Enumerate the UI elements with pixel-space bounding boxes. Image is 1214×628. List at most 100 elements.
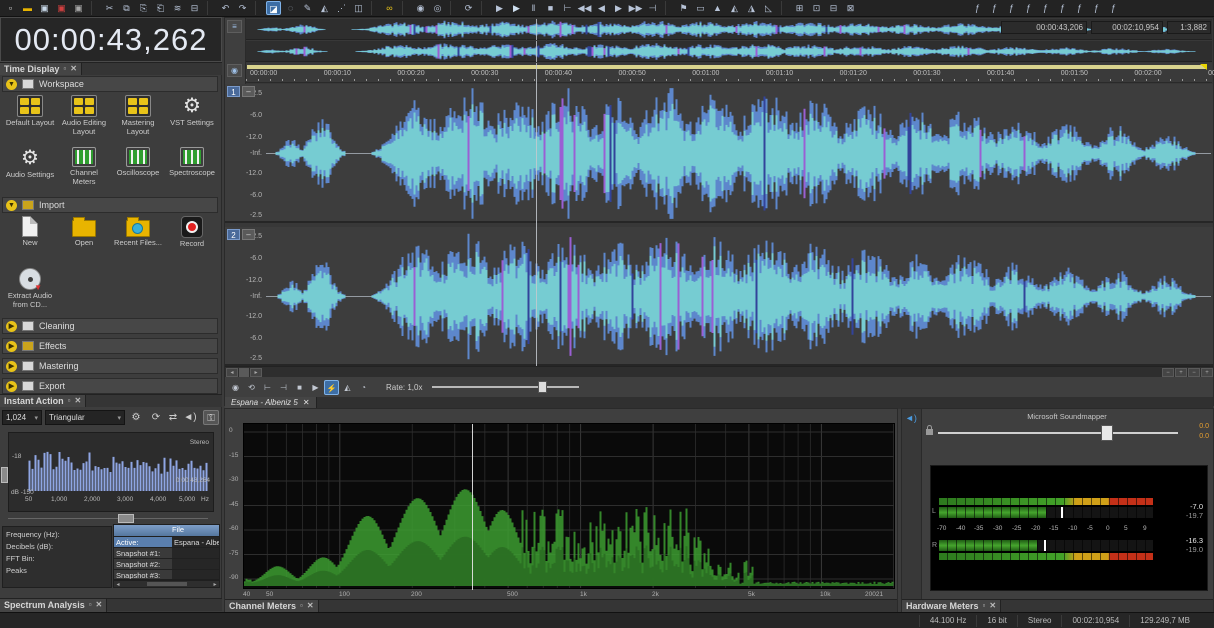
pause-icon[interactable]: ‖: [526, 1, 541, 15]
snap-zero-icon[interactable]: ⊟: [826, 1, 841, 15]
slider-handle[interactable]: [118, 514, 134, 523]
collapse-icon[interactable]: ▼: [6, 78, 17, 90]
workspace-item-spectroscope[interactable]: Spectroscope: [166, 147, 218, 199]
rewind-icon[interactable]: ◀◀: [577, 1, 592, 15]
import-item-record[interactable]: Record: [166, 216, 218, 268]
stop-icon[interactable]: ■: [543, 1, 558, 15]
zoom-out-level-icon[interactable]: −: [1188, 367, 1200, 377]
script-7-icon[interactable]: ƒ: [1072, 1, 1087, 15]
new-file-icon[interactable]: ▫: [3, 1, 18, 15]
paste-special-icon[interactable]: ⎗: [153, 1, 168, 15]
auto-ripple-icon[interactable]: ⊠: [843, 1, 858, 15]
scroll-thumb[interactable]: [239, 367, 249, 377]
selection-grow-icon[interactable]: ▲: [710, 1, 725, 15]
expand-icon[interactable]: ▶: [6, 320, 17, 332]
record-icon[interactable]: ◉: [228, 380, 243, 395]
collapse-icon[interactable]: ▼: [6, 199, 17, 211]
tab-spectrum-analysis[interactable]: Spectrum Analysis ▫ ✕: [0, 598, 108, 612]
lock-icon[interactable]: ⚿: [203, 410, 219, 425]
import-item-open[interactable]: Open: [58, 216, 110, 268]
edit-tool-icon[interactable]: ◪: [266, 1, 281, 15]
table-row-snapshot2[interactable]: Snapshot #2:: [114, 558, 219, 569]
go-to-end-icon[interactable]: ⊣: [645, 1, 660, 15]
stop-icon[interactable]: ■: [292, 380, 307, 395]
go-to-start-icon[interactable]: ⊢: [560, 1, 575, 15]
scrub-icon[interactable]: ◔: [356, 380, 371, 395]
play-plugin-icon[interactable]: ⚡: [324, 379, 339, 395]
play-all-icon[interactable]: ▶: [492, 1, 507, 15]
script-3-icon[interactable]: ƒ: [1004, 1, 1019, 15]
overview-options-icon[interactable]: ≡: [227, 20, 242, 33]
audio-plugin-icon[interactable]: ◎: [430, 1, 445, 15]
channel-minimize-icon[interactable]: ‒: [242, 86, 255, 97]
channel-1-tag[interactable]: 1: [227, 86, 240, 97]
expand-icon[interactable]: ▶: [6, 380, 17, 392]
overview-waveform-2[interactable]: [246, 41, 1212, 62]
rate-slider[interactable]: [432, 380, 580, 394]
pane-options-icon[interactable]: ▫: [983, 601, 986, 611]
cut-icon[interactable]: ✂: [102, 1, 117, 15]
pane-options-icon[interactable]: ▫: [68, 396, 71, 406]
save-all-icon[interactable]: ▣: [71, 1, 86, 15]
sync-icon[interactable]: ⇄: [165, 410, 181, 425]
import-item-recent-files[interactable]: Recent Files...: [112, 216, 164, 268]
selection-tool-icon[interactable]: ◫: [351, 1, 366, 15]
import-section-header[interactable]: ▼ Import: [2, 197, 218, 213]
save-as-icon[interactable]: ▣: [54, 1, 69, 15]
tab-hardware-meters[interactable]: Hardware Meters ▫ ✕: [902, 599, 1002, 613]
channel-1[interactable]: -2.5 -6.0 -12.0 -Inf. -12.0 -6.0 -2.5 1 ‒: [225, 84, 1213, 223]
go-to-end-icon[interactable]: ⊣: [276, 380, 291, 395]
slider-handle[interactable]: [1101, 425, 1113, 441]
time-ruler[interactable]: 00:00:00 00:00:10 00:00:20 00:00:30 00:00:40…: [246, 63, 1214, 83]
monitor-audio-icon[interactable]: ◄): [182, 410, 198, 425]
settings-gear-icon[interactable]: ⚙: [128, 410, 144, 425]
close-icon[interactable]: ✕: [70, 64, 77, 74]
lock-icon[interactable]: [926, 425, 933, 435]
table-row-snapshot1[interactable]: Snapshot #1:: [114, 547, 219, 558]
scroll-right-icon[interactable]: ▸: [211, 581, 219, 588]
close-icon[interactable]: ✕: [989, 601, 996, 611]
tab-instant-action[interactable]: Instant Action ▫ ✕: [0, 394, 87, 408]
channel-2-tag[interactable]: 2: [227, 229, 240, 240]
undo-icon[interactable]: ↶: [218, 1, 233, 15]
zoom-in-level-icon[interactable]: +: [1201, 367, 1213, 377]
envelope-tool-icon[interactable]: ⋰: [334, 1, 349, 15]
loop-playback-icon[interactable]: ∞: [382, 1, 397, 15]
drop-region-icon[interactable]: ▭: [693, 1, 708, 15]
channel-2[interactable]: -2.5 -6.0 -12.0 -Inf. -12.0 -6.0 -2.5 2 ‒: [225, 227, 1213, 366]
output-gain-slider[interactable]: [938, 425, 1178, 441]
table-row-active[interactable]: Active: Espana - Albeniz: [114, 536, 219, 547]
workspace-item-oscilloscope[interactable]: Oscilloscope: [112, 147, 164, 199]
paste-icon[interactable]: ⎘: [136, 1, 151, 15]
fft-size-select[interactable]: 1,024 ▾: [2, 410, 42, 425]
workspace-section-header[interactable]: ▼ Workspace: [2, 76, 218, 92]
import-item-new[interactable]: New: [4, 216, 56, 268]
zoom-out-time-icon[interactable]: −: [1162, 367, 1174, 377]
go-to-start-icon[interactable]: ⊢: [260, 380, 275, 395]
pane-options-icon[interactable]: ▫: [89, 600, 92, 610]
magnify-tool-icon[interactable]: ◌: [283, 1, 298, 15]
redo-icon[interactable]: ↷: [235, 1, 250, 15]
plugin-chain-icon[interactable]: ◉: [413, 1, 428, 15]
selection-left-icon[interactable]: ◭: [727, 1, 742, 15]
editor-h-scrollbar[interactable]: ◂ ▸ − + − +: [225, 366, 1213, 377]
save-icon[interactable]: ▣: [37, 1, 52, 15]
expand-icon[interactable]: ▶: [6, 340, 17, 352]
loop-playback-icon[interactable]: ⟲: [244, 380, 259, 395]
scroll-thumb[interactable]: [146, 582, 187, 586]
copy-icon[interactable]: ⧉: [119, 1, 134, 15]
import-item-extract-cd[interactable]: Extract Audio from CD...: [4, 268, 56, 320]
event-tool-icon[interactable]: ◭: [317, 1, 332, 15]
zoom-in-time-icon[interactable]: +: [1175, 367, 1187, 377]
slider-handle[interactable]: [538, 381, 548, 393]
section-effects[interactable]: ▶ Effects: [2, 338, 218, 354]
workspace-item-channel-meters[interactable]: Channel Meters: [58, 147, 110, 199]
close-icon[interactable]: ✕: [96, 600, 103, 610]
trim-icon[interactable]: ⊟: [187, 1, 202, 15]
script-4-icon[interactable]: ƒ: [1021, 1, 1036, 15]
snap-magnet-icon[interactable]: ◉: [227, 64, 242, 77]
workspace-item-audio-editing-layout[interactable]: Audio Editing Layout: [58, 95, 110, 147]
section-mastering[interactable]: ▶ Mastering: [2, 358, 218, 374]
play-normal-icon[interactable]: ▶: [308, 380, 323, 395]
selection-right-icon[interactable]: ◮: [744, 1, 759, 15]
